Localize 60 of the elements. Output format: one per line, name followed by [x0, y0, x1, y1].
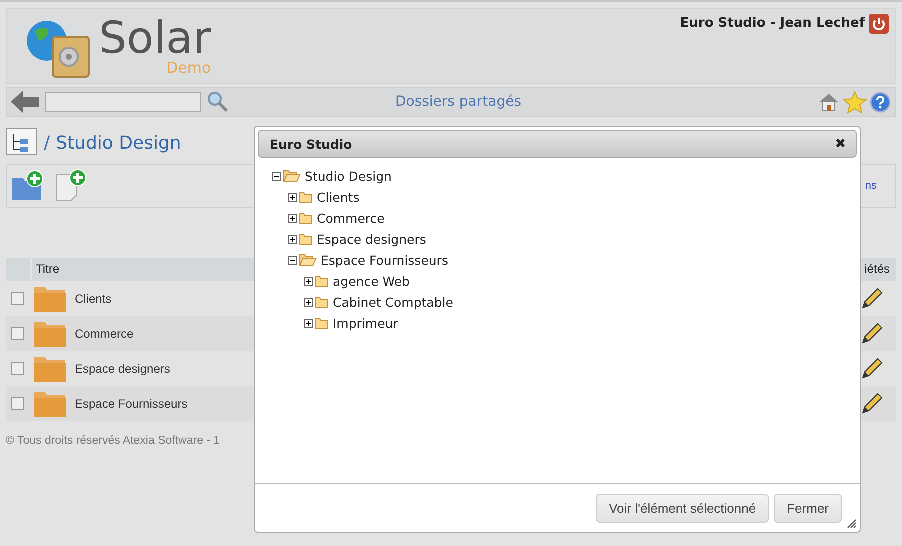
tree-item[interactable]: Espace designers — [317, 232, 426, 247]
dialog-button[interactable]: Fermer — [774, 494, 842, 522]
new-folder-icon[interactable] — [11, 170, 45, 202]
close-button[interactable]: ✖ — [835, 136, 846, 152]
footer-text: © Tous droits réservés Atexia Software - 1 — [6, 435, 222, 447]
toggle-icon[interactable] — [304, 277, 313, 286]
tree-item[interactable]: Studio Design — [305, 169, 392, 184]
folder-icon — [315, 296, 329, 309]
folder-icon — [315, 317, 329, 330]
open-folder-icon — [299, 254, 317, 267]
pencil-icon[interactable] — [860, 356, 884, 380]
folder-icon — [315, 275, 329, 288]
star-icon[interactable] — [843, 90, 867, 114]
folder-icon — [33, 284, 67, 312]
toggle-icon[interactable] — [288, 193, 297, 202]
tree-view-icon[interactable] — [6, 128, 38, 158]
toggle-icon[interactable] — [304, 298, 313, 307]
search-field[interactable] — [45, 92, 201, 112]
tree-item[interactable]: Imprimeur — [333, 316, 398, 331]
row-title[interactable]: Clients — [75, 292, 112, 306]
row-title[interactable]: Espace designers — [75, 362, 170, 376]
tree-item[interactable]: Cabinet Comptable — [333, 295, 454, 310]
folder-icon — [299, 233, 313, 246]
pencil-icon[interactable] — [860, 286, 884, 310]
page-title: Dossiers partagés — [395, 94, 522, 110]
pencil-icon[interactable] — [860, 392, 884, 416]
breadcrumb-separator: / — [44, 132, 50, 154]
dialog-button[interactable]: Voir l'élément sélectionné — [596, 494, 770, 522]
tree-item[interactable]: Clients — [317, 190, 360, 205]
row-title[interactable]: Commerce — [75, 326, 134, 340]
logo-title: Solar — [99, 17, 212, 61]
action-link[interactable]: ns — [865, 180, 877, 192]
row-checkbox[interactable] — [11, 362, 24, 375]
folder-icon — [299, 212, 313, 225]
back-arrow-icon[interactable] — [11, 91, 39, 113]
new-document-icon[interactable] — [55, 169, 89, 203]
toggle-icon[interactable] — [288, 256, 297, 265]
tree-item[interactable]: Commerce — [317, 211, 385, 226]
toggle-icon[interactable] — [288, 214, 297, 223]
row-title[interactable]: Espace Fournisseurs — [75, 396, 188, 410]
toggle-icon[interactable] — [272, 172, 281, 181]
row-checkbox[interactable] — [11, 397, 24, 410]
toggle-icon[interactable] — [288, 235, 297, 244]
row-checkbox[interactable] — [11, 327, 24, 340]
help-icon[interactable] — [870, 92, 891, 112]
row-checkbox[interactable] — [11, 292, 24, 305]
folder-icon — [33, 320, 67, 348]
logo-subtitle: Demo — [166, 59, 212, 77]
folder-icon — [33, 354, 67, 382]
folder-icon — [33, 390, 67, 418]
resize-grip-icon[interactable] — [847, 519, 857, 529]
folder-icon — [299, 191, 313, 204]
power-icon[interactable] — [869, 14, 889, 34]
user-name: Euro Studio - Jean Lechef — [680, 15, 865, 31]
open-folder-icon — [283, 170, 301, 183]
dialog-title: Euro Studio — [270, 136, 352, 152]
breadcrumb-title[interactable]: Studio Design — [56, 132, 182, 154]
pencil-icon[interactable] — [860, 322, 884, 346]
home-icon[interactable] — [818, 91, 840, 113]
toggle-icon[interactable] — [304, 319, 313, 328]
